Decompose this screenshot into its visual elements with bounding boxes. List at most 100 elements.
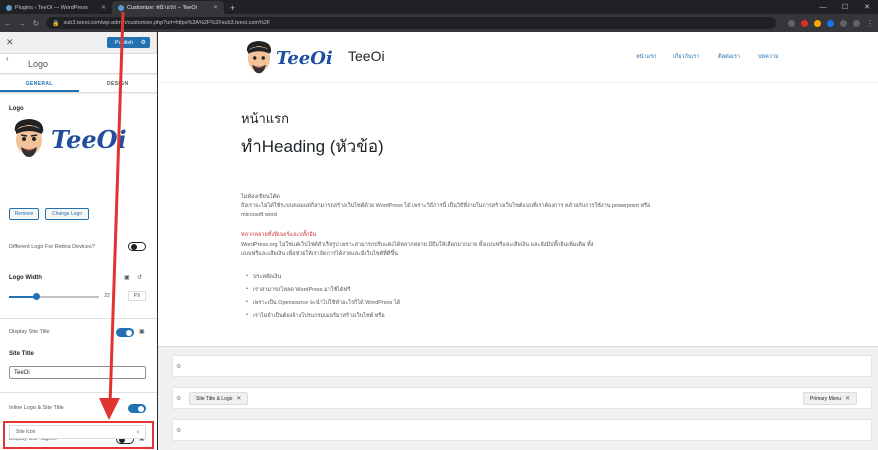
address-bar: ← → ↻ 🔒 sub3.teeoi.com/wp-admin/customiz… <box>0 14 878 32</box>
divider <box>0 392 157 393</box>
builder-chip-primary-menu[interactable]: Primary Menu ✕ <box>803 392 858 405</box>
tab-design[interactable]: DESIGN <box>79 75 158 92</box>
list-item: เราไม่จำเป็นต้องจ้างโปรแกรมเมอร์มาสร้างเ… <box>246 312 385 320</box>
inline-logo-toggle[interactable] <box>128 404 146 413</box>
settings-icon[interactable]: ⚙ <box>176 363 181 370</box>
close-icon[interactable]: ✕ <box>213 4 218 11</box>
url-text: sub3.teeoi.com/wp-admin/customize.php?ur… <box>63 20 271 26</box>
site-header: TeeOi TeeOi หน้าแรก เกี่ยวกับเรา ติดต่อเ… <box>158 32 878 82</box>
back-arrow-icon[interactable]: ‹ <box>6 54 9 63</box>
logo-preview: TeeOi <box>9 114 141 164</box>
new-tab-button[interactable]: + <box>224 1 241 14</box>
browser-tab-plugins[interactable]: Plugins ‹ TeeOi — WordPress ✕ <box>0 1 112 14</box>
extension-icon[interactable] <box>814 19 821 27</box>
wordpress-icon <box>118 4 124 11</box>
remove-logo-button[interactable]: Remove <box>9 208 39 220</box>
close-icon[interactable]: ✕ <box>101 4 106 11</box>
paragraph: แบบฟรีและเสียเงิน เพื่อช่วยให้เราจัดการไ… <box>241 251 398 257</box>
builder-row-main[interactable]: ⚙ Site Title & Logo ✕ Primary Menu ✕ <box>172 387 872 409</box>
extension-icon[interactable] <box>840 19 847 27</box>
paragraph: microsoft word <box>241 212 277 218</box>
builder-row-top[interactable]: ⚙ <box>172 355 872 377</box>
desktop-icon[interactable]: ▣ <box>139 328 145 335</box>
site-preview: TeeOi TeeOi หน้าแรก เกี่ยวกับเรา ติดต่อเ… <box>158 32 878 450</box>
menu-item-about[interactable]: เกี่ยวกับเรา <box>673 53 699 61</box>
url-input[interactable]: 🔒 sub3.teeoi.com/wp-admin/customize.php?… <box>46 17 776 29</box>
minimize-icon[interactable]: — <box>812 0 834 14</box>
logo-width-unit[interactable]: PX <box>128 291 146 301</box>
logo-width-slider[interactable] <box>9 293 99 300</box>
publish-label: Publish <box>115 39 134 46</box>
reset-icon[interactable]: ↺ <box>137 274 142 281</box>
site-logo[interactable]: TeeOi <box>242 38 342 78</box>
close-icon[interactable]: ✕ <box>845 395 850 402</box>
builder-row-bottom[interactable]: ⚙ <box>172 419 872 441</box>
chip-label: Site Title & Logo <box>196 395 233 402</box>
logo-text: TeeOi <box>51 124 127 154</box>
window-controls: — ☐ ✕ <box>812 0 878 14</box>
tab-title: Plugins ‹ TeeOi — WordPress <box>15 4 88 11</box>
menu-item-articles[interactable]: บทความ <box>758 53 779 61</box>
menu-item-contact[interactable]: ติดต่อเรา <box>718 53 740 61</box>
paragraph: WordPress.org ไม่ใช่แค่เว็บไซต์สำเร็จรูป… <box>241 242 594 248</box>
back-icon[interactable]: ← <box>4 19 12 28</box>
list-item: เพราะเป็น Opensource จะนำไปใช้ทำอะไรก็ได… <box>246 299 400 307</box>
settings-icon[interactable]: ⚙ <box>176 395 181 402</box>
retina-logo-toggle[interactable] <box>128 242 146 251</box>
cartoon-face-icon <box>246 41 272 74</box>
extension-icon[interactable] <box>827 19 834 27</box>
maximize-icon[interactable]: ☐ <box>834 0 856 14</box>
lock-icon: 🔒 <box>52 20 60 27</box>
tab-title: Customize: หน้าแรก – TeeOi <box>127 4 197 11</box>
menu-item-home[interactable]: หน้าแรก <box>636 53 656 61</box>
section-title: ‹ Logo <box>0 54 157 74</box>
extension-icon[interactable] <box>788 19 795 27</box>
site-title-label: Site Title <box>9 351 34 357</box>
profile-avatar[interactable] <box>853 19 860 27</box>
tab-general[interactable]: GENERAL <box>0 75 79 92</box>
gear-icon[interactable]: ⚙ <box>141 39 146 46</box>
chip-label: Primary Menu <box>810 395 842 402</box>
inline-logo-label: Inline Logo & Site Title <box>9 405 64 411</box>
list-item: ประหยัดเงิน <box>246 273 281 281</box>
wordpress-icon <box>6 4 12 11</box>
list-item: เราสามารถโหลด WordPress มาใช้ได้ฟรี <box>246 286 350 294</box>
close-icon[interactable]: ✕ <box>236 395 241 402</box>
red-subheading: หลากหลายทั้งฟีเจอร์และปลั๊กอิน <box>241 232 317 238</box>
browser-tab-customize[interactable]: Customize: หน้าแรก – TeeOi ✕ <box>112 1 224 14</box>
sidebar-tabs: GENERAL DESIGN <box>0 75 157 93</box>
sidebar-body: Logo TeeOi Remove Change Logo Different … <box>0 94 157 450</box>
desktop-icon[interactable]: ▣ <box>124 274 130 281</box>
site-title-input[interactable]: TeeOi <box>9 366 146 379</box>
customizer-header: ✕ Publish ⚙ <box>0 32 156 54</box>
display-site-title-label: Display Site Title <box>9 329 50 335</box>
browser-tab-bar: Plugins ‹ TeeOi — WordPress ✕ Customize:… <box>0 0 878 14</box>
display-site-title-toggle[interactable] <box>116 328 134 337</box>
logo-label: Logo <box>9 106 24 112</box>
cartoon-face-icon <box>14 119 44 157</box>
change-logo-button[interactable]: Change Logo <box>45 208 89 220</box>
site-logo-text: TeeOi <box>276 47 333 69</box>
close-window-icon[interactable]: ✕ <box>856 0 878 14</box>
header-builder: ⚙ ⚙ Site Title & Logo ✕ Primary Menu ✕ ⚙ <box>158 346 878 450</box>
paragraph-title: ไม่ต้องเขียนโค้ด <box>241 194 280 200</box>
page-heading: ทำHeading (หัวข้อ) <box>241 137 384 156</box>
section-title-text: Logo <box>28 58 49 69</box>
site-title[interactable]: TeeOi <box>348 48 385 64</box>
logo-width-value[interactable]: 22 <box>102 291 112 301</box>
builder-chip-site-title-logo[interactable]: Site Title & Logo ✕ <box>189 392 249 405</box>
page-title: หน้าแรก <box>241 111 289 126</box>
annotation-highlight-box <box>3 421 154 449</box>
reload-icon[interactable]: ↻ <box>32 19 40 28</box>
extension-icon[interactable] <box>801 19 808 27</box>
more-icon[interactable]: ⋮ <box>866 19 874 28</box>
publish-button[interactable]: Publish ⚙ <box>107 37 150 48</box>
slider-handle[interactable] <box>33 293 40 300</box>
logo-width-label: Logo Width <box>9 275 42 281</box>
divider <box>0 318 157 319</box>
paragraph: ถึงเราจะไม่ได้ใช้ระบบคอมแต่ก็สามารถสร้าง… <box>241 203 651 209</box>
settings-icon[interactable]: ⚙ <box>176 427 181 434</box>
forward-icon[interactable]: → <box>18 19 26 28</box>
slider-fill <box>9 296 36 298</box>
close-icon[interactable]: ✕ <box>6 37 14 48</box>
